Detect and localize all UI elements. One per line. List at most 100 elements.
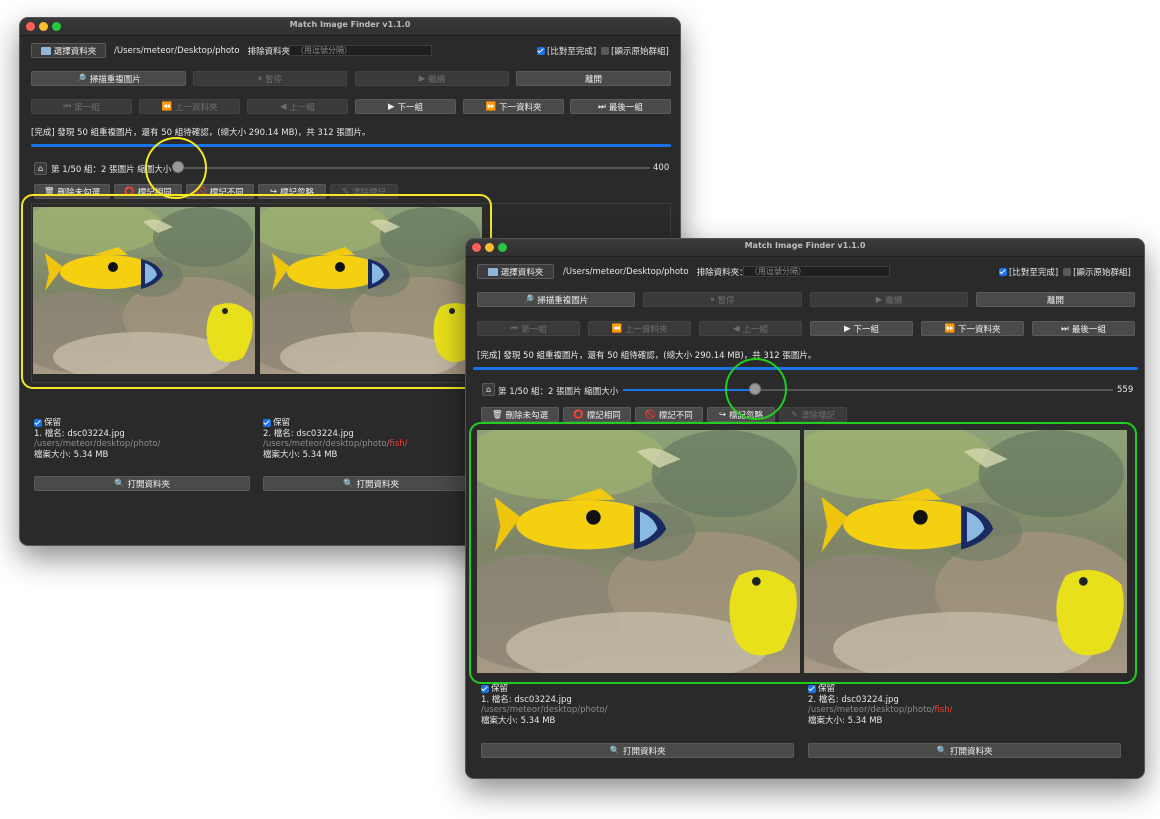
keep-checkbox-1[interactable]: [481, 684, 489, 693]
home-button[interactable]: ⌂: [34, 162, 47, 175]
first-icon: ⏮: [63, 101, 72, 112]
next-folder-button[interactable]: ⏩ 下一資料夾: [921, 321, 1024, 336]
open-label-2: 打開資料夾: [950, 746, 993, 757]
title-bar: Match Image Finder v1.1.0: [20, 18, 680, 36]
prev-folder-button[interactable]: ⏪ 上一資料夾: [139, 99, 240, 114]
choose-folder-label: 選擇資料夾: [500, 267, 544, 278]
file-size-2: 檔案大小: 5.34 MB: [808, 715, 883, 726]
magnifier-icon: 🔍: [113, 478, 125, 489]
leave-button[interactable]: 離開: [516, 71, 671, 86]
last-group-button[interactable]: ⏭ 最後一組: [1032, 321, 1135, 336]
exclude-input[interactable]: （用逗號分隔）: [743, 266, 890, 277]
next-folder-button[interactable]: ⏩ 下一資料夾: [463, 99, 564, 114]
mark-same-label: 標記相同: [586, 410, 621, 421]
slider-value: 400: [653, 163, 669, 173]
file-name-1: 1. 檔名: dsc03224.jpg: [34, 428, 125, 439]
title-bar: Match Image Finder v1.1.0: [466, 239, 1144, 257]
delete-unchecked-button[interactable]: 🗑 刪除未勾選: [481, 407, 559, 422]
compare-complete-label: [比對至完成]: [1009, 268, 1059, 278]
item-info-2: 保留 2. 檔名: dsc03224.jpg /users/meteor/des…: [263, 418, 408, 460]
compare-complete-checkbox[interactable]: [999, 268, 1007, 276]
images-highlight-yellow: [21, 194, 492, 389]
last-group-button[interactable]: ⏭ 最後一組: [570, 99, 671, 114]
show-raw-groups-label: [顯示原始群組]: [611, 47, 669, 57]
mark-same-button[interactable]: ⭕ 標記相同: [563, 407, 631, 422]
file-path-2-sub: fish/: [389, 439, 408, 449]
first-group-button[interactable]: ⏮ 第一組: [477, 321, 580, 336]
keep-label-1: 保留: [491, 684, 509, 694]
home-button[interactable]: ⌂: [482, 383, 495, 396]
prev-group-button[interactable]: ◀ 上一組: [247, 99, 348, 114]
scan-button[interactable]: 🔎 掃描重複圖片: [477, 292, 635, 307]
pause-button[interactable]: ⏸ 暫停: [193, 71, 347, 86]
file-size-1: 檔案大小: 5.34 MB: [34, 449, 109, 460]
progress-bar: [473, 367, 1138, 370]
forward-icon: ⏩: [485, 101, 497, 112]
prev-icon: ◀: [732, 323, 740, 334]
slider-highlight-green: [725, 358, 787, 420]
show-raw-groups-label: [顯示原始群組]: [1073, 268, 1131, 278]
thumb-size-slider[interactable]: [174, 167, 650, 169]
first-group-button[interactable]: ⏮ 第一組: [31, 99, 132, 114]
clear-marks-button[interactable]: ✎ 清除標記: [779, 407, 847, 422]
next-group-button[interactable]: ▶ 下一組: [810, 321, 913, 336]
show-raw-groups-checkbox[interactable]: [1063, 268, 1072, 276]
circle-icon: ⭕: [573, 409, 584, 420]
resume-button[interactable]: ▶ 繼續: [810, 292, 968, 307]
choose-folder-label: 選擇資料夾: [53, 46, 97, 57]
rewind-icon: ⏪: [611, 323, 623, 334]
keep-checkbox-2[interactable]: [808, 684, 816, 693]
magnifier-icon: 🔎: [523, 294, 535, 305]
prev-label: 上一組: [289, 102, 316, 113]
prev-folder-button[interactable]: ⏪ 上一資料夾: [588, 321, 691, 336]
pause-button[interactable]: ⏸ 暫停: [643, 292, 802, 307]
status-line: [完成] 發現 50 組重複圖片，還有 50 組待確認， (總大小 290.14…: [31, 126, 370, 138]
status-part1: [完成] 發現 50 組重複圖片，還有 50 組待確認，: [477, 351, 664, 361]
leave-button[interactable]: 離開: [976, 292, 1135, 307]
choose-folder-button[interactable]: 選擇資料夾: [31, 43, 106, 58]
next-group-button[interactable]: ▶ 下一組: [355, 99, 456, 114]
prev-label: 上一組: [742, 324, 769, 335]
magnifier-icon: 🔍: [936, 745, 948, 756]
compare-complete-checkbox[interactable]: [537, 47, 545, 55]
first-label: 第一組: [74, 102, 100, 113]
slider-value-text: 400: [653, 163, 670, 173]
folder-row: /Users/meteor/Desktop/photo 排除資料夾：: [114, 45, 299, 57]
file-path-1: /users/meteor/desktop/photo/: [34, 439, 161, 449]
scan-button[interactable]: 🔎 掃描重複圖片: [31, 71, 186, 86]
scan-label: 掃描重複圖片: [89, 74, 141, 85]
pause-label: 暫停: [265, 74, 283, 85]
file-name-2: 2. 檔名: dsc03224.jpg: [263, 428, 354, 439]
open-folder-button-1[interactable]: 🔍 打開資料夾: [481, 743, 794, 758]
prev-group-button[interactable]: ◀ 上一組: [699, 321, 802, 336]
open-folder-button-2[interactable]: 🔍 打開資料夾: [808, 743, 1121, 758]
resume-button[interactable]: ▶ 繼續: [355, 71, 509, 86]
folder-path: /Users/meteor/Desktop/photo: [114, 46, 240, 56]
file-size-1: 檔案大小: 5.34 MB: [481, 715, 556, 726]
exclude-input[interactable]: （用逗號分隔）: [289, 45, 432, 56]
keep-checkbox-1[interactable]: [34, 418, 42, 427]
open-label-2: 打開資料夾: [356, 479, 400, 490]
mark-diff-button[interactable]: 🚫 標記不同: [635, 407, 703, 422]
clear-label: 清除標記: [801, 410, 836, 421]
keep-checkbox-2[interactable]: [263, 418, 271, 427]
item-info-1: 保留 1. 檔名: dsc03224.jpg /users/meteor/des…: [34, 418, 160, 460]
show-raw-groups-checkbox[interactable]: [601, 47, 610, 55]
options-row: [比對至完成] [顯示原始群組]: [999, 266, 1131, 278]
progress-bar: [31, 144, 671, 147]
choose-folder-button[interactable]: 選擇資料夾: [477, 264, 554, 279]
window-title: Match Image Finder v1.1.0: [289, 20, 411, 29]
last-icon: ⏭: [598, 101, 606, 112]
status-part1: [完成] 發現 50 組重複圖片，還有 50 組待確認，: [31, 128, 218, 138]
group-label: 第 1/50 組：2 張圖片 縮圖大小: [498, 385, 618, 397]
last-icon: ⏭: [1061, 323, 1069, 334]
open-label-1: 打開資料夾: [127, 479, 171, 490]
open-folder-button-2[interactable]: 🔍 打開資料夾: [263, 476, 479, 491]
forward-icon: ⏩: [944, 323, 956, 334]
next-icon: ▶: [387, 101, 395, 112]
folder-icon: [40, 46, 51, 55]
open-folder-button-1[interactable]: 🔍 打開資料夾: [34, 476, 250, 491]
status-part3: ，共 312 張圖片。: [297, 128, 371, 138]
thumb-size-slider[interactable]: [623, 389, 1113, 391]
next-label: 下一組: [397, 102, 424, 113]
